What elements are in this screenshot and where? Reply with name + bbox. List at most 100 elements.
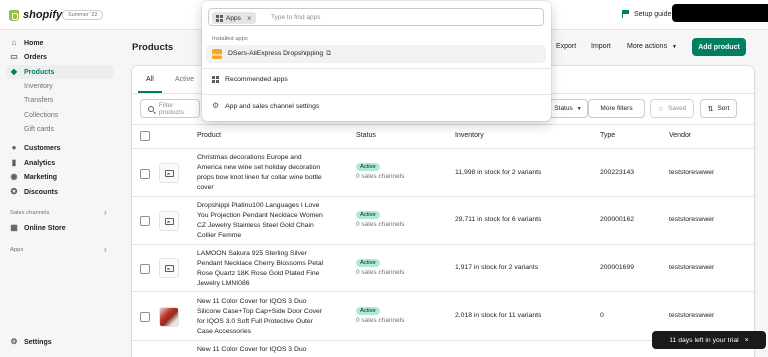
column-header-vendor[interactable]: Vendor	[669, 132, 691, 139]
flag-icon	[622, 10, 629, 18]
app-name-text: DSers-AliExpress Dropshipping	[228, 50, 324, 57]
type-cell: 200223143	[600, 169, 635, 176]
sidebar-subitem-gift-cards[interactable]: Gift cards	[24, 126, 54, 133]
sidebar-item-products[interactable]: ◆ Products	[10, 68, 54, 76]
sidebar-item-label: Marketing	[24, 173, 58, 181]
sidebar-item-customers[interactable]: ● Customers	[10, 144, 61, 152]
gear-icon: ⚙	[212, 101, 220, 110]
sales-channels-label: Sales channels	[10, 210, 50, 216]
tab-all[interactable]: All	[146, 76, 154, 83]
apps-chevron-icon[interactable]: ›	[104, 245, 107, 254]
product-thumbnail-photo[interactable]	[159, 307, 179, 327]
add-product-button[interactable]: Add product	[692, 38, 746, 56]
recommended-apps-item[interactable]: Recommended apps	[212, 76, 288, 83]
product-thumbnail[interactable]	[159, 211, 179, 231]
product-name-link[interactable]: LAMOON Sakura 925 Sterling Silver Pendan…	[197, 249, 327, 289]
sidebar-item-home[interactable]: ⌂ Home	[10, 38, 44, 47]
sidebar-item-label: Analytics	[24, 159, 56, 167]
status-badge: Active	[356, 211, 380, 219]
type-cell: 200001699	[600, 264, 635, 271]
inventory-cell: 2,018 in stock for 11 variants	[455, 312, 542, 319]
store-icon: ▦	[10, 223, 18, 232]
sidebar-item-settings[interactable]: ⚙ Settings	[10, 338, 52, 346]
page-title: Products	[132, 42, 174, 53]
person-icon: ●	[11, 143, 17, 152]
orders-icon: ▭	[10, 52, 18, 61]
more-actions-label: More actions	[627, 43, 668, 50]
sidebar-subitem-collections[interactable]: Collections	[24, 112, 58, 119]
status-badge: Active	[356, 163, 380, 171]
sales-channels-chevron-icon[interactable]: ›	[104, 208, 107, 217]
status-filter-button[interactable]: Status ▼	[548, 99, 588, 118]
sidebar-item-discounts[interactable]: ✪ Discounts	[10, 188, 58, 196]
select-all-checkbox[interactable]	[140, 131, 150, 141]
sidebar-item-analytics[interactable]: ▮ Analytics	[10, 159, 55, 167]
setup-guide-label: Setup guide	[634, 10, 672, 18]
apps-grid-icon	[216, 14, 223, 22]
apps-tag[interactable]: Apps ×	[212, 12, 256, 24]
sales-channels-count: 0 sales channels	[356, 269, 405, 276]
close-icon[interactable]: ×	[247, 14, 252, 23]
import-button[interactable]: Import	[591, 43, 611, 50]
trial-banner[interactable]: 11 days left in your trial ×	[652, 331, 766, 349]
status-badge: Active	[356, 259, 380, 267]
product-name-link[interactable]: Dropshippi Platinu100 Languages I Love Y…	[197, 201, 327, 241]
more-actions-button[interactable]: More actions ▼	[627, 43, 677, 50]
app-settings-label: App and sales channel settings	[225, 102, 320, 110]
app-settings-item[interactable]: ⚙ App and sales channel settings	[212, 102, 319, 110]
shopify-logo[interactable]: shopify	[9, 9, 62, 21]
installed-app-dsers[interactable]: DSers DSers-AliExpress Dropshipping ⧉	[206, 45, 546, 63]
trial-banner-text: 11 days left in your trial	[669, 336, 739, 344]
product-name-link[interactable]: Christmas decorations Europe and America…	[197, 153, 327, 193]
image-placeholder-icon	[164, 217, 174, 225]
sidebar-subitem-transfers[interactable]: Transfers	[24, 97, 53, 104]
search-icon	[148, 105, 154, 112]
edition-badge[interactable]: Summer '22	[62, 10, 104, 20]
app-search-input[interactable]: Apps × Type to find apps	[208, 8, 544, 26]
tab-active[interactable]: Active	[175, 76, 194, 83]
export-button[interactable]: Export	[556, 43, 576, 50]
sort-label: Sort	[717, 105, 730, 112]
row-divider	[132, 148, 754, 149]
column-header-status[interactable]: Status	[356, 132, 376, 139]
column-header-product[interactable]: Product	[197, 132, 221, 139]
filter-products-input[interactable]: Filter products	[140, 99, 200, 118]
apps-section-label: Apps	[10, 247, 24, 253]
product-thumbnail[interactable]	[159, 163, 179, 183]
setup-guide-button[interactable]: Setup guide	[622, 10, 671, 18]
discount-icon: ✪	[10, 187, 18, 196]
sidebar-item-marketing[interactable]: ◉ Marketing	[10, 172, 58, 181]
app-name: DSers-AliExpress Dropshipping ⧉	[228, 50, 331, 58]
apps-popover: Apps × Type to find apps Installed apps …	[202, 1, 551, 121]
row-checkbox[interactable]	[140, 264, 150, 274]
product-name-link[interactable]: New 11 Color Cover for IQOS 3 Duo	[197, 345, 327, 355]
more-filters-button[interactable]: More filters	[588, 99, 645, 118]
home-icon: ⌂	[11, 38, 17, 47]
product-name-link[interactable]: New 11 Color Cover for IQOS 3 Duo Silico…	[197, 297, 327, 337]
filter-placeholder: Filter products	[158, 101, 184, 116]
column-header-type[interactable]: Type	[600, 132, 615, 139]
column-header-inventory[interactable]: Inventory	[455, 132, 484, 139]
sidebar-item-orders[interactable]: ▭ Orders	[10, 53, 47, 61]
status-filter-label: Status	[554, 105, 573, 112]
sidebar-subitem-inventory[interactable]: Inventory	[24, 83, 53, 90]
row-divider	[132, 196, 754, 197]
saved-label: Saved	[667, 105, 687, 112]
account-menu[interactable]	[672, 4, 768, 22]
row-checkbox[interactable]	[140, 312, 150, 322]
sort-button[interactable]: ⇅ Sort	[700, 99, 737, 118]
close-icon[interactable]: ×	[745, 337, 749, 344]
image-placeholder-icon	[164, 264, 174, 272]
row-checkbox[interactable]	[140, 216, 150, 226]
product-thumbnail[interactable]	[159, 258, 179, 278]
header-divider	[132, 124, 754, 125]
row-checkbox[interactable]	[140, 169, 150, 179]
marketing-icon: ◉	[10, 172, 18, 181]
saved-button[interactable]: ☆ Saved	[650, 99, 694, 118]
sales-channels-count: 0 sales channels	[356, 221, 405, 228]
sidebar-item-label: Settings	[24, 338, 52, 346]
inventory-cell: 11,998 in stock for 2 variants	[455, 169, 542, 176]
sidebar-item-online-store[interactable]: ▦ Online Store	[10, 223, 65, 232]
vendor-cell: teststoreswwer	[669, 264, 715, 271]
type-cell: 0	[600, 312, 604, 319]
